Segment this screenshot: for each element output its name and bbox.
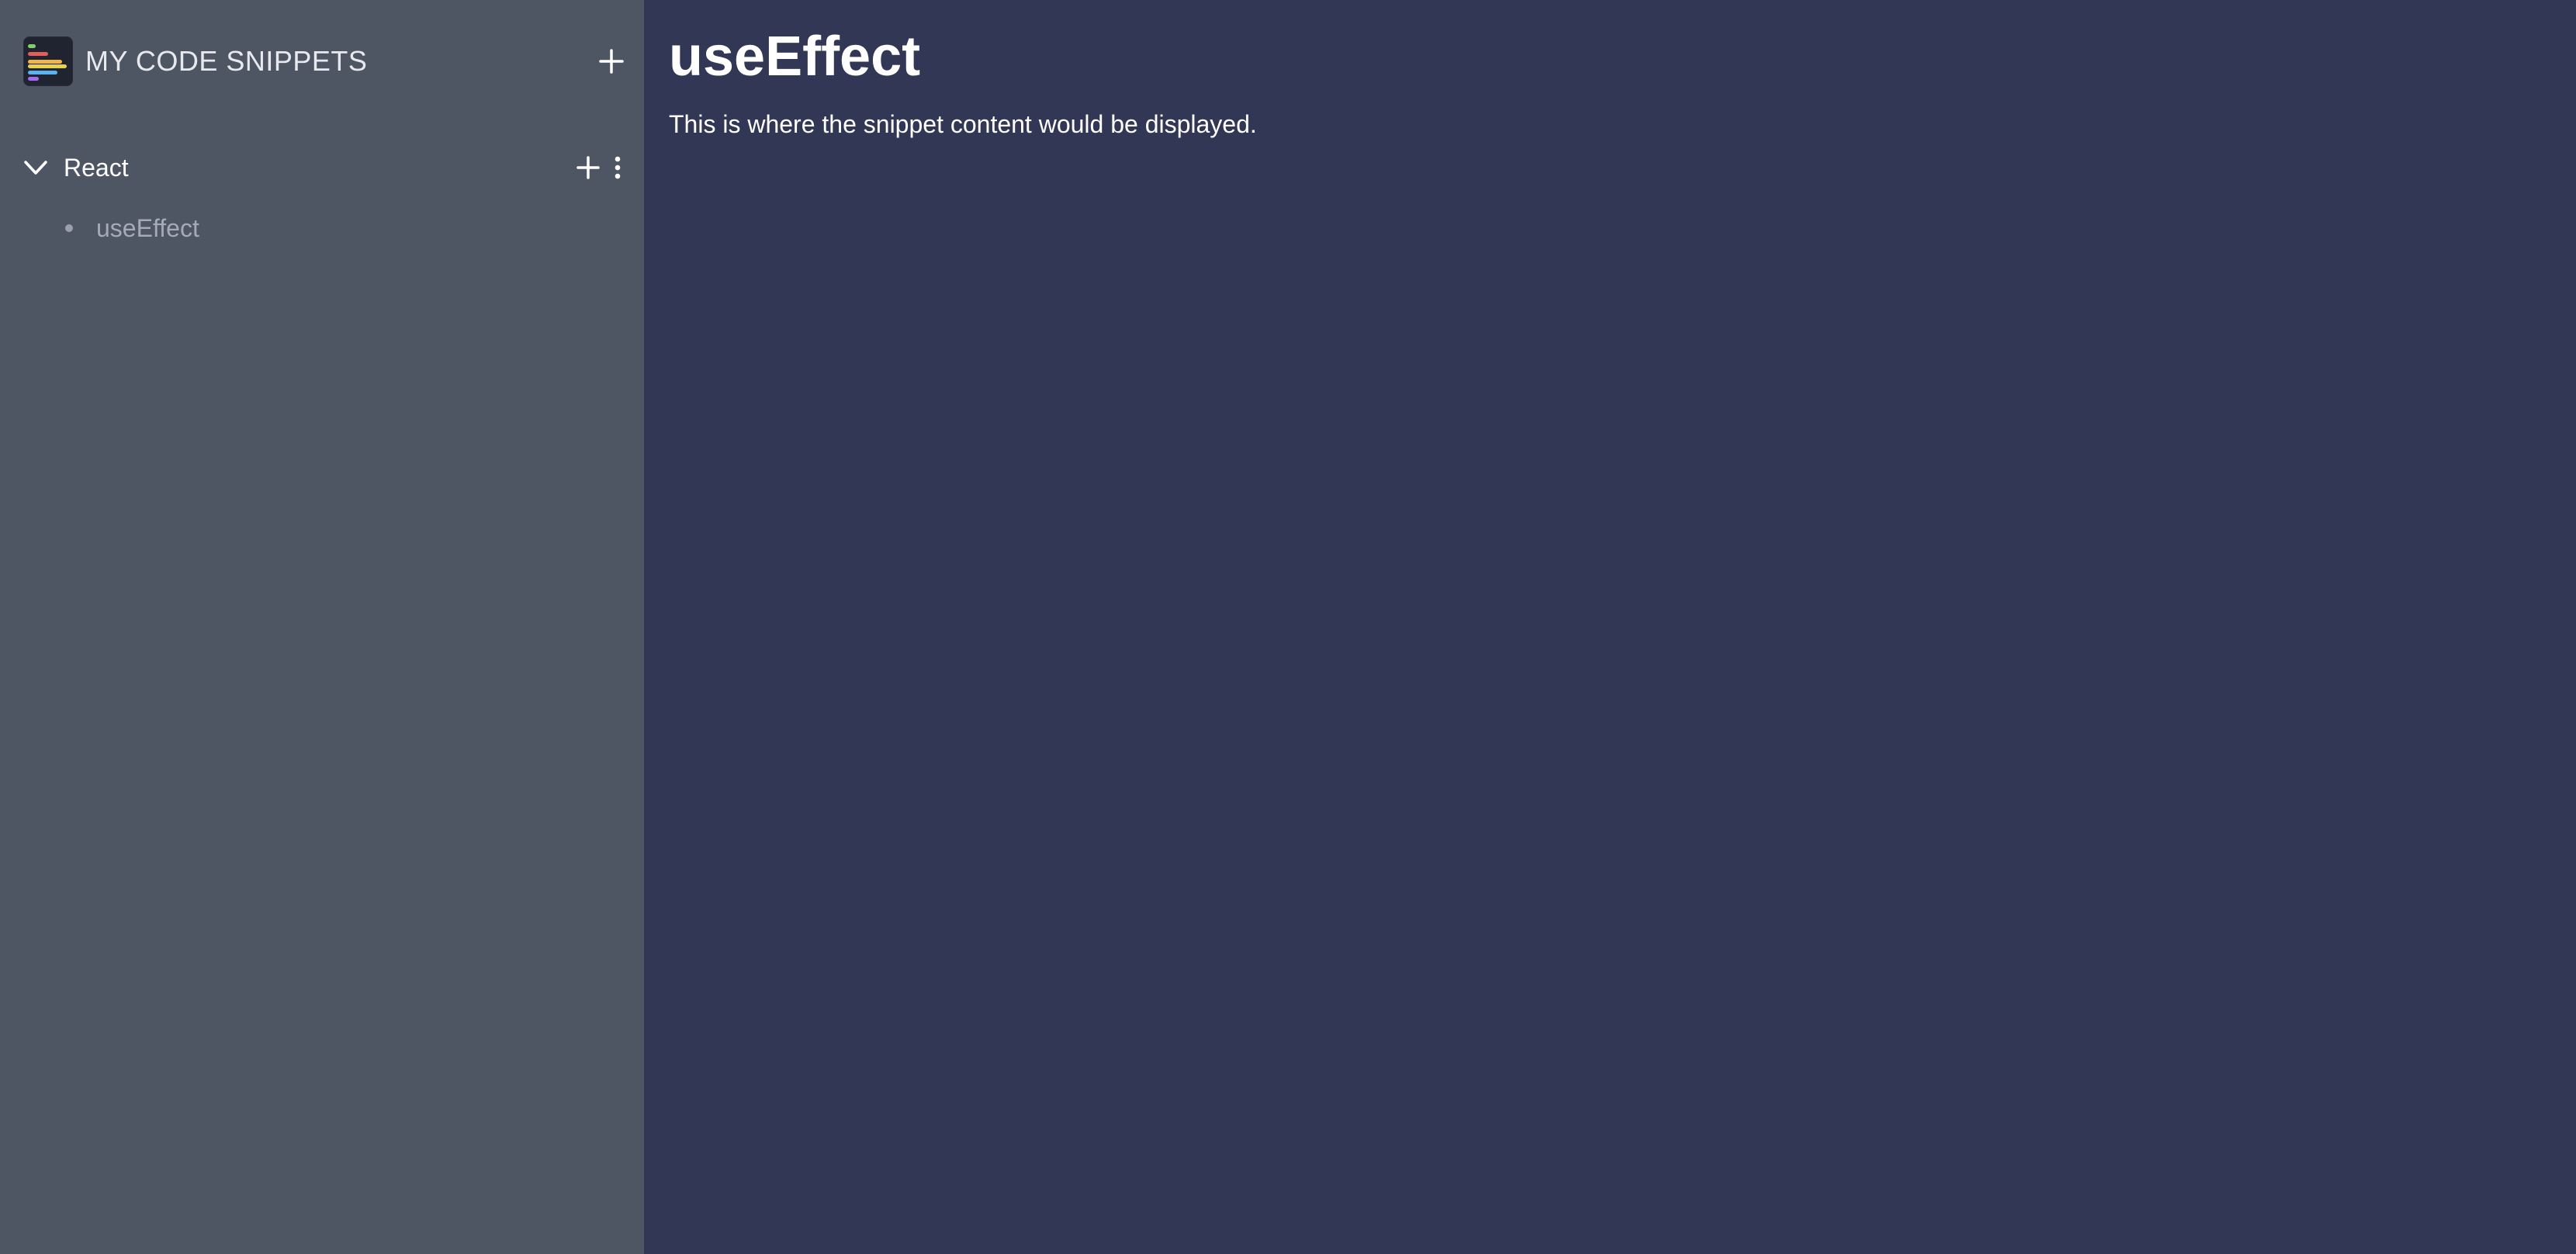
snippet-view: useEffect This is where the snippet cont… — [644, 0, 2576, 1254]
code-file-icon — [23, 36, 73, 86]
chevron-down-icon — [24, 161, 47, 175]
plus-icon — [576, 156, 600, 179]
folder-actions — [574, 154, 627, 182]
snippet-label[interactable]: useEffect — [96, 214, 199, 243]
folder-toggle-button[interactable] — [22, 154, 50, 182]
app-title: MY CODE SNIPPETS — [85, 45, 368, 77]
bullet-icon — [65, 224, 73, 232]
snippet-item[interactable]: useEffect — [65, 210, 199, 247]
snippet-content: This is where the snippet content would … — [669, 110, 1257, 138]
add-folder-button[interactable] — [594, 44, 628, 78]
folder-name[interactable]: React — [64, 154, 574, 182]
snippet-title: useEffect — [669, 26, 921, 88]
add-snippet-button[interactable] — [574, 154, 602, 182]
plus-icon — [599, 49, 624, 74]
folder-menu-button[interactable] — [608, 154, 627, 182]
sidebar: MY CODE SNIPPETS React useEffect — [0, 0, 644, 1254]
app-window: MY CODE SNIPPETS React useEffect useEffe… — [0, 0, 2576, 1254]
folder-item-react[interactable]: React — [22, 149, 627, 186]
vertical-dots-icon — [615, 156, 621, 179]
sidebar-header: MY CODE SNIPPETS — [23, 34, 628, 88]
